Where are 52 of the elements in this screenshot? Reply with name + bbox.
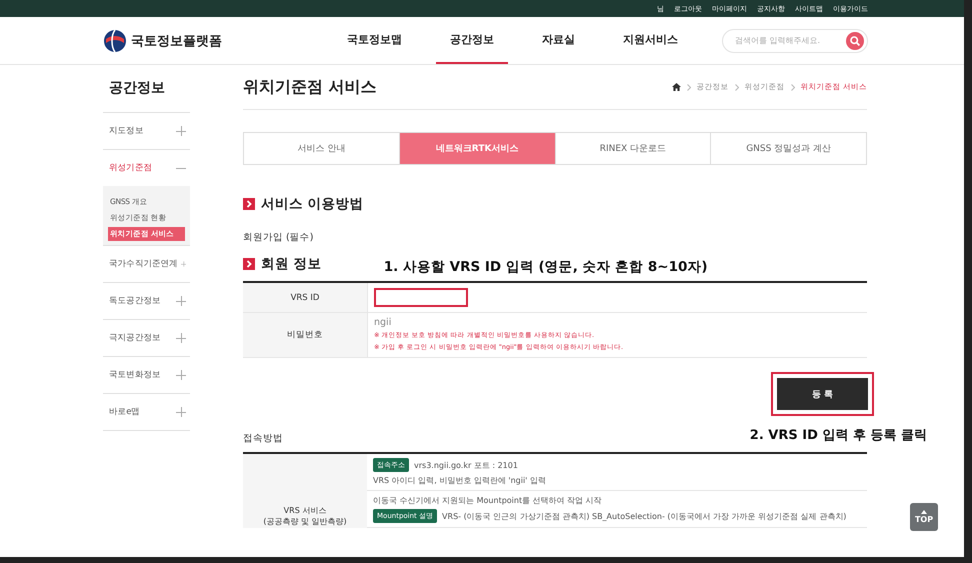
- section-heading: 회원 정보: [261, 255, 322, 273]
- page-title: 위치기준점 서비스: [243, 76, 377, 98]
- home-icon: [672, 83, 681, 91]
- tab[interactable]: GNSS 정밀성과 계산: [710, 133, 866, 164]
- table-header-cell: (공공측량 및 일반측량): [263, 516, 347, 527]
- info-text: VRS 아이디 입력, 비밀번호 입력란에 'ngii' 입력: [373, 475, 546, 486]
- search-icon: [850, 36, 860, 46]
- search-button[interactable]: [846, 32, 864, 50]
- table-header-cell: 비밀번호: [243, 313, 368, 357]
- section-heading: 서비스 이용방법: [261, 195, 364, 213]
- register-button[interactable]: 등 록: [777, 378, 868, 410]
- plus-icon: [180, 259, 186, 269]
- sidebar-item[interactable]: 위성기준점: [103, 150, 190, 186]
- plus-icon: [176, 296, 186, 306]
- table-header-cell: VRS ID: [243, 283, 368, 312]
- plus-icon: [176, 407, 186, 417]
- globe-logo-icon: [103, 28, 127, 52]
- password-value: ngii: [374, 317, 392, 328]
- sidebar-item[interactable]: 국토변화정보: [103, 357, 190, 394]
- info-text: vrs3.ngii.go.kr 포트 : 2101: [414, 460, 518, 470]
- nav-item[interactable]: 지원서비스: [609, 17, 692, 64]
- info-text: 이동국 수신기에서 지원되는 Mountpoint를 선택하여 작업 시작: [373, 495, 602, 506]
- sidebar-title: 공간정보: [103, 65, 190, 113]
- nav-item[interactable]: 국토정보맵: [333, 17, 416, 64]
- plus-icon: [176, 126, 186, 136]
- chevron-right-icon: [790, 84, 795, 90]
- plus-icon: [176, 370, 186, 380]
- sidebar-item[interactable]: 독도공간정보: [103, 283, 190, 320]
- sidebar-item[interactable]: 극지공간정보: [103, 320, 190, 357]
- sidebar-item[interactable]: 바로e맵: [103, 394, 190, 431]
- instruction-annotation: 2. VRS ID 입력 후 등록 클릭: [750, 427, 927, 444]
- info-text: VRS- (이동국 인근의 가상기준점 관측치) SB_AutoSelection- (이동국에서 가장 가까운 위성기준점 실제 관측치): [442, 510, 846, 522]
- subsection-label: 회원가입 (필수): [243, 231, 314, 244]
- nav-item[interactable]: 공간정보: [436, 17, 508, 64]
- nav-item[interactable]: 자료실: [528, 17, 589, 64]
- table-header-cell: VRS 서비스: [284, 505, 326, 516]
- search-bar[interactable]: 검색어를 입력해주세요.: [722, 28, 868, 52]
- sidebar-item[interactable]: 지도정보: [103, 113, 190, 150]
- chevron-right-icon: [734, 84, 739, 90]
- tab[interactable]: 서비스 안내: [244, 133, 399, 164]
- caret-up-icon: [921, 510, 927, 514]
- sidebar-item[interactable]: 국가수직기준연계: [103, 246, 190, 283]
- chevron-right-icon: [686, 84, 691, 90]
- chevron-square-icon: [243, 198, 255, 210]
- vrs-id-field[interactable]: [374, 288, 468, 307]
- plus-icon: [176, 333, 186, 343]
- chevron-square-icon: [243, 258, 255, 270]
- logo-text[interactable]: 국토정보플랫폼: [131, 32, 222, 50]
- subsection-label: 접속방법: [243, 432, 283, 444]
- tab[interactable]: RINEX 다운로드: [554, 133, 710, 164]
- instruction-annotation: 1. 사용할 VRS ID 입력 (영문, 숫자 혼합 8~10자): [384, 258, 708, 276]
- scroll-top-button[interactable]: TOP: [910, 503, 938, 531]
